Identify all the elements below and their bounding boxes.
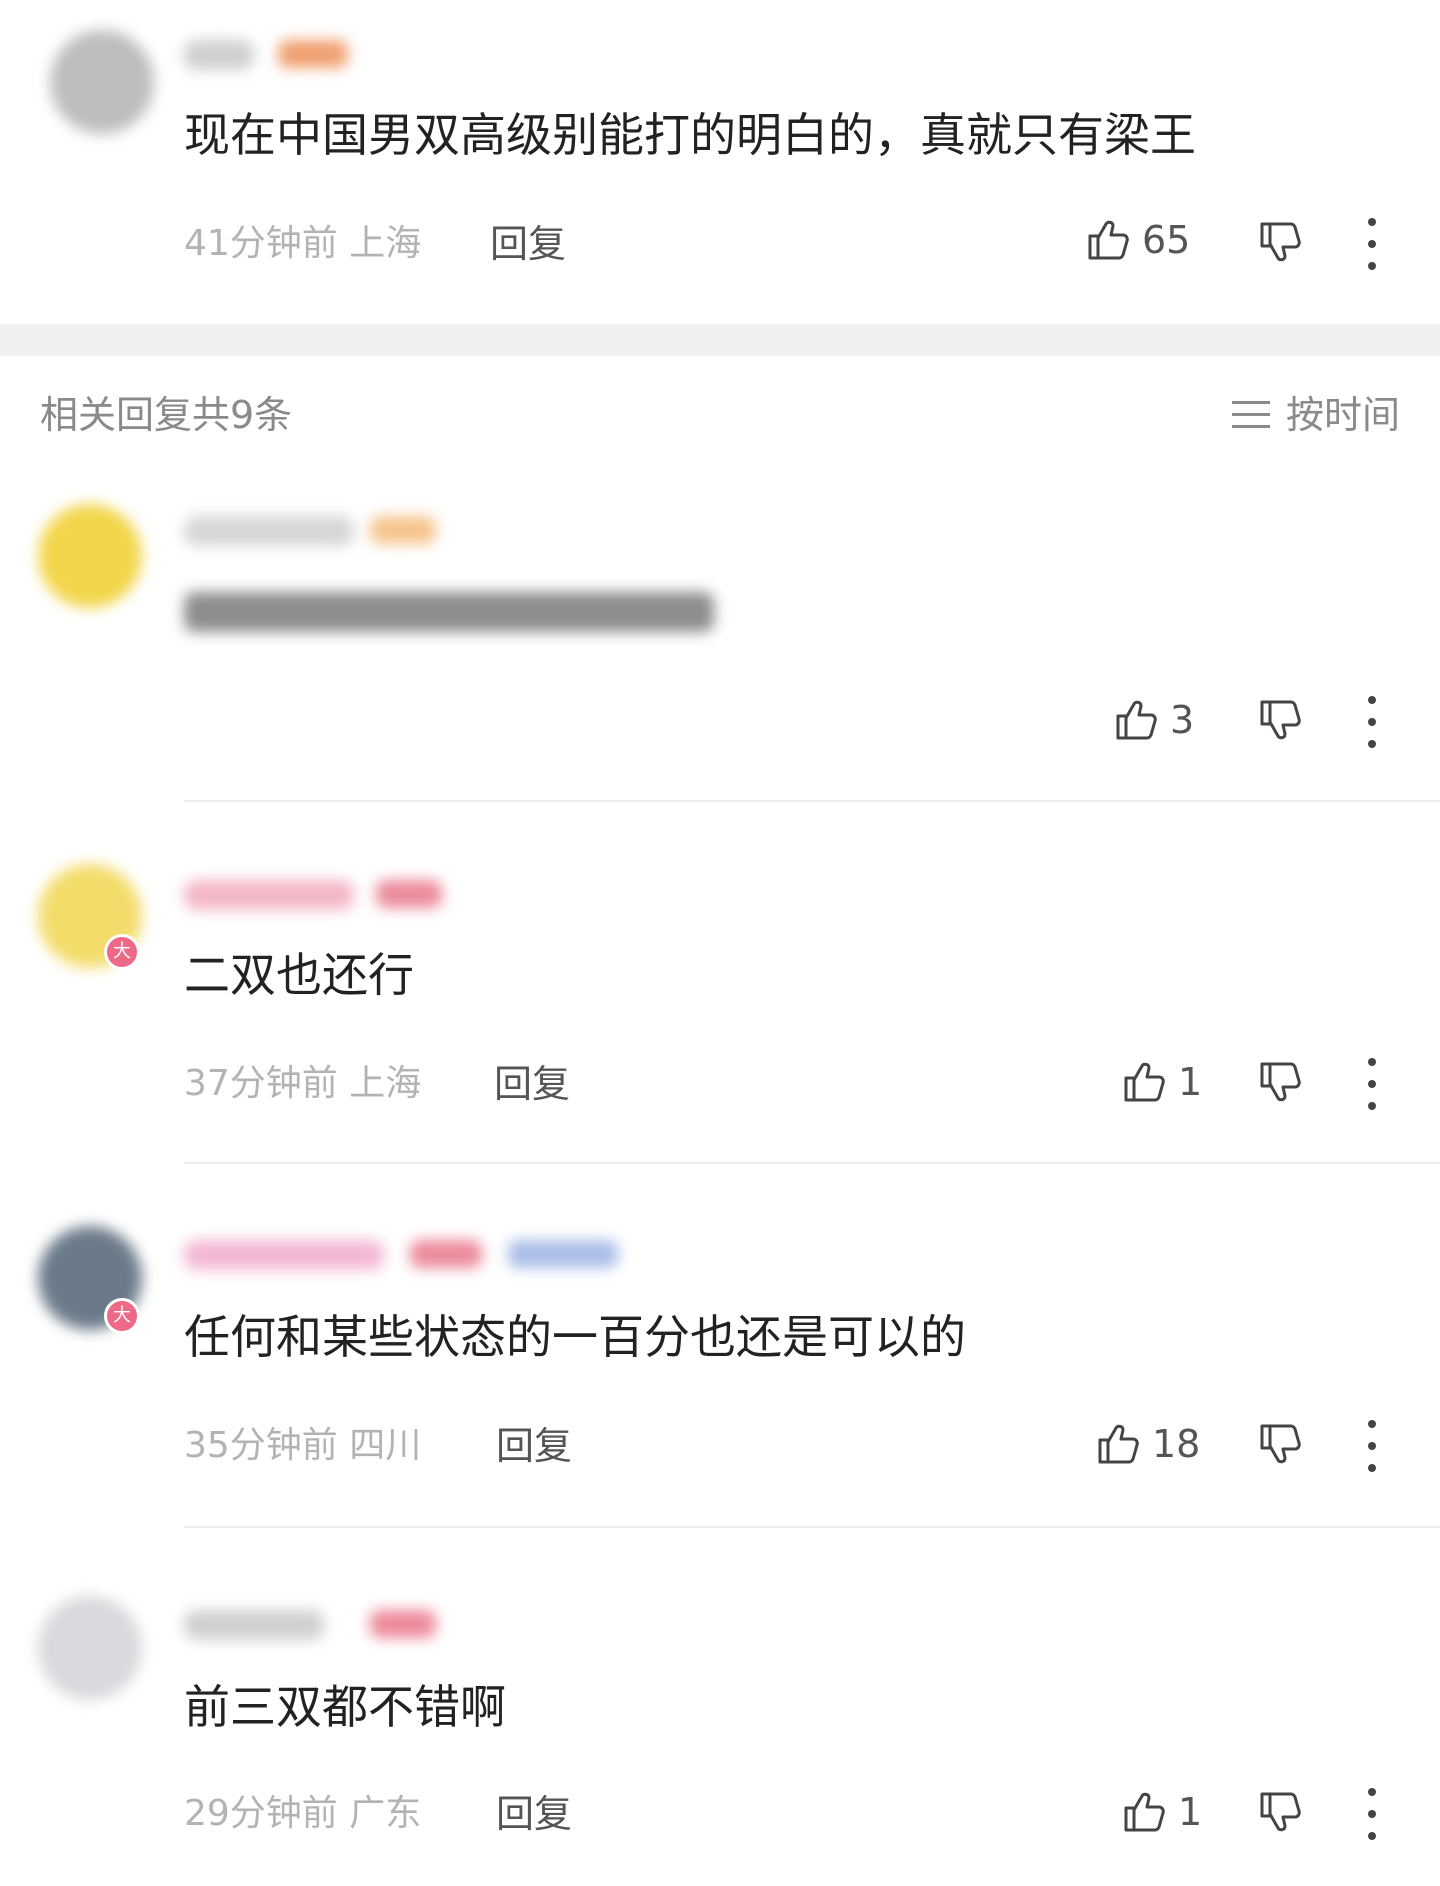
more-vertical-icon-dot: [1368, 1420, 1376, 1428]
username-blurred[interactable]: [184, 1610, 324, 1640]
avatar[interactable]: [50, 30, 154, 134]
more-vertical-icon-dot: [1368, 1058, 1376, 1066]
comment-text: 任何和某些状态的一百分也还是可以的: [184, 1310, 966, 1364]
like-count: 3: [1170, 698, 1195, 742]
sort-label: 按时间: [1285, 393, 1400, 437]
more-options-button[interactable]: [1352, 218, 1392, 270]
level-badge: [370, 516, 436, 544]
comment-time-location: 29分钟前 广东: [184, 1793, 422, 1834]
thumbs-up-icon: [1088, 220, 1129, 260]
vip-badge: [508, 1240, 618, 1268]
more-options-button[interactable]: [1352, 1058, 1392, 1110]
like-button[interactable]: 18: [1094, 1420, 1200, 1468]
more-options-button[interactable]: [1352, 696, 1392, 748]
like-button[interactable]: 1: [1120, 1788, 1202, 1836]
replies-count-label: 相关回复共9条: [40, 393, 293, 437]
dislike-button[interactable]: [1256, 1788, 1304, 1836]
more-vertical-icon-dot: [1368, 1080, 1376, 1088]
more-vertical-icon-dot: [1368, 740, 1376, 748]
thumbs-down-icon: [1260, 1424, 1301, 1464]
like-button[interactable]: 3: [1112, 696, 1194, 744]
thumbs-down-icon: [1260, 1062, 1301, 1102]
more-vertical-icon-dot: [1368, 1464, 1376, 1472]
more-vertical-icon-dot: [1368, 1832, 1376, 1840]
dislike-button[interactable]: [1256, 218, 1304, 266]
comment-time-location: 37分钟前 上海: [184, 1063, 422, 1104]
username-blurred[interactable]: [184, 880, 354, 910]
comment-time-location: 35分钟前 四川: [184, 1425, 422, 1466]
more-vertical-icon-dot: [1368, 1102, 1376, 1110]
sort-by-time-button[interactable]: 按时间: [1231, 392, 1400, 438]
reply-button[interactable]: 回复: [494, 1062, 570, 1106]
thumbs-up-icon: [1124, 1062, 1165, 1102]
more-vertical-icon-dot: [1368, 1810, 1376, 1818]
thumbs-up-icon: [1124, 1792, 1165, 1832]
comment-thread-page: 现在中国男双高级别能打的明白的，真就只有梁王 41分钟前 上海 回复 65 相关…: [0, 0, 1440, 1886]
more-vertical-icon-dot: [1368, 1788, 1376, 1796]
level-badge: [376, 880, 442, 908]
more-vertical-icon-dot: [1368, 718, 1376, 726]
like-count: 65: [1142, 218, 1191, 262]
like-button[interactable]: 65: [1084, 216, 1190, 264]
like-count: 1: [1178, 1790, 1203, 1834]
more-vertical-icon-dot: [1368, 1442, 1376, 1450]
level-badge: [410, 1240, 482, 1268]
comment-time-location: 41分钟前 上海: [184, 223, 422, 264]
thumbs-down-icon: [1260, 1792, 1301, 1832]
divider: [184, 1162, 1440, 1164]
like-count: 1: [1178, 1060, 1203, 1104]
reply-button[interactable]: 回复: [490, 222, 566, 266]
username-blurred[interactable]: [184, 1240, 384, 1270]
more-vertical-icon-dot: [1368, 218, 1376, 226]
more-options-button[interactable]: [1352, 1420, 1392, 1472]
avatar[interactable]: [38, 1596, 142, 1700]
dislike-button[interactable]: [1256, 1058, 1304, 1106]
sort-lines-icon: [1231, 401, 1270, 428]
thumbs-down-icon: [1260, 222, 1301, 262]
more-vertical-icon-dot: [1368, 262, 1376, 270]
comment-text: 二双也还行: [184, 948, 414, 1002]
section-separator: [0, 324, 1440, 356]
username-blurred[interactable]: [184, 40, 254, 70]
divider: [184, 800, 1440, 802]
level-badge: [370, 1610, 436, 1638]
more-vertical-icon-dot: [1368, 240, 1376, 248]
divider: [184, 1526, 1440, 1528]
member-badge: 大: [104, 1298, 140, 1334]
thumbs-down-icon: [1260, 700, 1301, 740]
thumbs-up-icon: [1098, 1424, 1139, 1464]
level-badge: [278, 40, 348, 68]
username-blurred[interactable]: [184, 516, 354, 546]
like-count: 18: [1152, 1422, 1201, 1466]
avatar[interactable]: [38, 504, 142, 608]
comment-text: 前三双都不错啊: [184, 1680, 506, 1734]
thumbs-up-icon: [1116, 700, 1157, 740]
dislike-button[interactable]: [1256, 1420, 1304, 1468]
more-vertical-icon-dot: [1368, 696, 1376, 704]
more-options-button[interactable]: [1352, 1788, 1392, 1840]
hidden-comment-text: [184, 592, 714, 632]
member-badge: 大: [104, 934, 140, 970]
comment-text: 现在中国男双高级别能打的明白的，真就只有梁王: [184, 108, 1196, 162]
reply-button[interactable]: 回复: [496, 1792, 572, 1836]
dislike-button[interactable]: [1256, 696, 1304, 744]
reply-button[interactable]: 回复: [496, 1424, 572, 1468]
like-button[interactable]: 1: [1120, 1058, 1202, 1106]
